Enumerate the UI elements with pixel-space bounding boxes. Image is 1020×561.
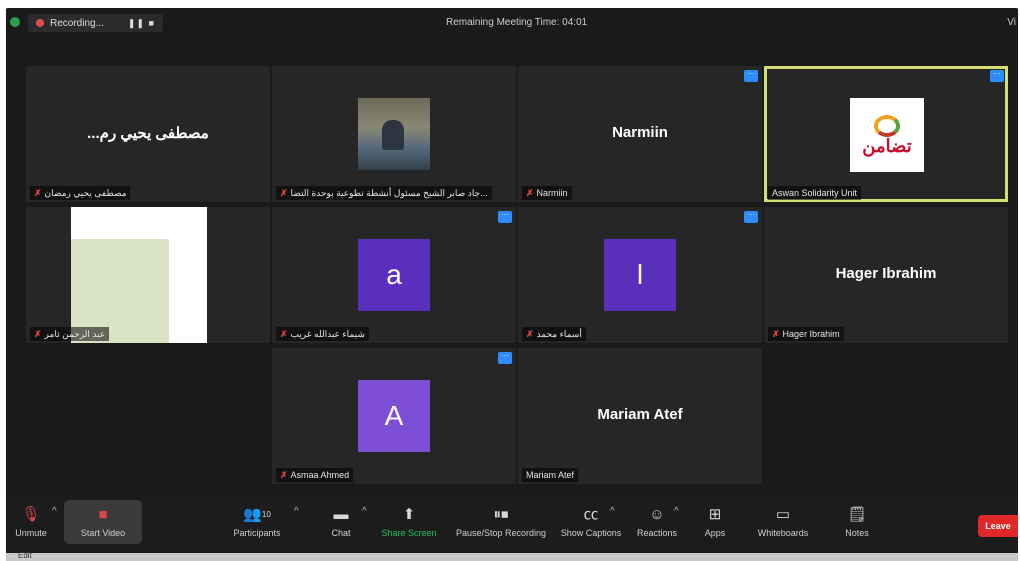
participant-name-label: Mariam Atef	[526, 470, 575, 480]
more-options-button[interactable]: ···	[744, 211, 758, 223]
participant-tile[interactable]: ✗ جاد صابر الشيخ مسئول أنشطة تطوعية بوحد…	[272, 66, 516, 202]
start-video-button[interactable]: ■ Start Video	[58, 504, 148, 538]
participants-count: 10	[261, 510, 271, 519]
pause-stop-recording-label: Pause/Stop Recording	[455, 528, 547, 538]
notes-button[interactable]: 🗒︎ Notes	[812, 504, 902, 538]
participant-tile[interactable]: ··· Narmiin ✗ Narmiin	[518, 66, 762, 202]
participant-display-name: ...مصطفى يحيي رم	[87, 125, 209, 142]
recording-label: Recording...	[50, 17, 104, 29]
top-bar: Recording... ❚❚ ■ Remaining Meeting Time…	[6, 8, 1018, 38]
muted-mic-icon: ✗	[526, 329, 534, 339]
participant-name-tag: ✗ شيماء عبدالله غريب	[276, 327, 369, 341]
participant-name-tag: ✗ عبد الرحمن ثامر	[30, 327, 110, 341]
audio-options-caret-icon[interactable]: ^	[52, 506, 57, 517]
participant-tile[interactable]: ··· A ✗ Asmaa Ahmed	[272, 348, 516, 484]
participants-label: Participants	[233, 528, 281, 538]
avatar: A	[358, 380, 430, 452]
pause-stop-recording-button[interactable]: ⏸⏹ Pause/Stop Recording	[446, 504, 556, 538]
participant-tile[interactable]: ...مصطفى يحيي رم ✗ مصطفى يحيي رمضان	[26, 66, 270, 202]
muted-mic-icon: ✗	[280, 188, 288, 198]
muted-mic-icon: ✗	[280, 470, 288, 480]
solidarity-logo: تضامن	[850, 98, 924, 172]
participant-tile[interactable]: ··· l ✗ أسماء محمد	[518, 207, 762, 343]
participant-name-tag: Aswan Solidarity Unit	[768, 186, 862, 200]
zoom-meeting-window: Recording... ❚❚ ■ Remaining Meeting Time…	[6, 8, 1018, 554]
os-taskbar: Edit	[6, 551, 1018, 561]
participant-name-tag: ✗ Hager Ibrahim	[768, 327, 844, 341]
avatar: a	[358, 239, 430, 311]
participant-tile[interactable]: Hager Ibrahim ✗ Hager Ibrahim	[764, 207, 1008, 343]
participant-name-tag: ✗ أسماء محمد	[522, 327, 586, 341]
recording-indicator: Recording... ❚❚ ■	[28, 14, 163, 32]
participant-name-tag: ✗ مصطفى يحيي رمضان	[30, 186, 131, 200]
participant-display-name: Narmiin	[612, 124, 668, 141]
share-screen-label: Share Screen	[381, 528, 437, 538]
participant-tile[interactable]: ··· a ✗ شيماء عبدالله غريب	[272, 207, 516, 343]
participant-photo	[358, 98, 430, 170]
more-options-button[interactable]: ···	[498, 352, 512, 364]
taskbar-text: Edit	[18, 551, 32, 560]
participant-shared-image	[71, 207, 207, 343]
muted-mic-icon: ✗	[772, 329, 780, 339]
more-options-button[interactable]: ···	[744, 70, 758, 82]
participant-display-name: Hager Ibrahim	[835, 265, 937, 282]
security-shield-icon[interactable]	[10, 17, 20, 27]
view-button[interactable]: Vi	[1007, 17, 1016, 28]
participant-name-tag: ✗ جاد صابر الشيخ مسئول أنشطة تطوعية بوحد…	[276, 186, 492, 200]
logo-text: تضامن	[862, 136, 912, 156]
participant-name-label: Hager Ibrahim	[782, 329, 840, 339]
recording-controls[interactable]: ❚❚ ■	[128, 18, 155, 29]
participant-name-label: Asmaa Ahmed	[290, 470, 350, 480]
avatar: l	[604, 239, 676, 311]
start-video-label: Start Video	[80, 528, 126, 538]
share-screen-button[interactable]: ⬆ Share Screen	[364, 504, 454, 538]
pause-stop-icon: ⏸⏹	[493, 506, 509, 523]
more-options-button[interactable]: ···	[498, 211, 512, 223]
notes-icon: 🗒︎	[847, 506, 867, 523]
share-screen-icon: ⬆	[402, 506, 416, 523]
muted-mic-icon: ✗	[280, 329, 288, 339]
participants-button[interactable]: 👥10 Participants	[212, 504, 302, 538]
participant-name-label: Aswan Solidarity Unit	[772, 188, 858, 198]
muted-mic-icon: ✗	[34, 329, 42, 339]
participant-tile[interactable]: Mariam Atef Mariam Atef	[518, 348, 762, 484]
remaining-meeting-time: Remaining Meeting Time: 04:01	[446, 17, 588, 28]
active-speaker-tile[interactable]: ··· تضامن Aswan Solidarity Unit	[764, 66, 1008, 202]
more-options-button[interactable]: ···	[990, 70, 1004, 82]
participant-tile[interactable]: ✗ عبد الرحمن ثامر	[26, 207, 270, 343]
participant-name-label: مصطفى يحيي رمضان	[44, 188, 127, 198]
participants-icon: 👥10	[243, 506, 271, 523]
participant-name-label: أسماء محمد	[536, 329, 582, 339]
participant-name-label: شيماء عبدالله غريب	[290, 329, 365, 339]
logo-ring-icon	[874, 115, 900, 137]
recording-dot-icon	[36, 19, 44, 27]
meeting-toolbar: 🎙︎ Unmute ^ ■ Start Video 👥10 Participan…	[6, 498, 1018, 554]
participant-name-tag: Mariam Atef	[522, 468, 579, 482]
participant-name-tag: ✗ Narmiin	[522, 186, 572, 200]
leave-button[interactable]: Leave	[978, 515, 1018, 537]
muted-mic-icon: ✗	[526, 188, 534, 198]
participant-name-label: Narmiin	[536, 188, 568, 198]
participant-name-label: جاد صابر الشيخ مسئول أنشطة تطوعية بوحدة …	[290, 188, 488, 198]
muted-mic-icon: ✗	[34, 188, 42, 198]
participant-name-tag: ✗ Asmaa Ahmed	[276, 468, 354, 482]
participant-display-name: Mariam Atef	[597, 406, 683, 423]
participant-name-label: عبد الرحمن ثامر	[44, 329, 106, 339]
notes-label: Notes	[845, 528, 869, 538]
video-off-icon: ■	[98, 506, 108, 523]
